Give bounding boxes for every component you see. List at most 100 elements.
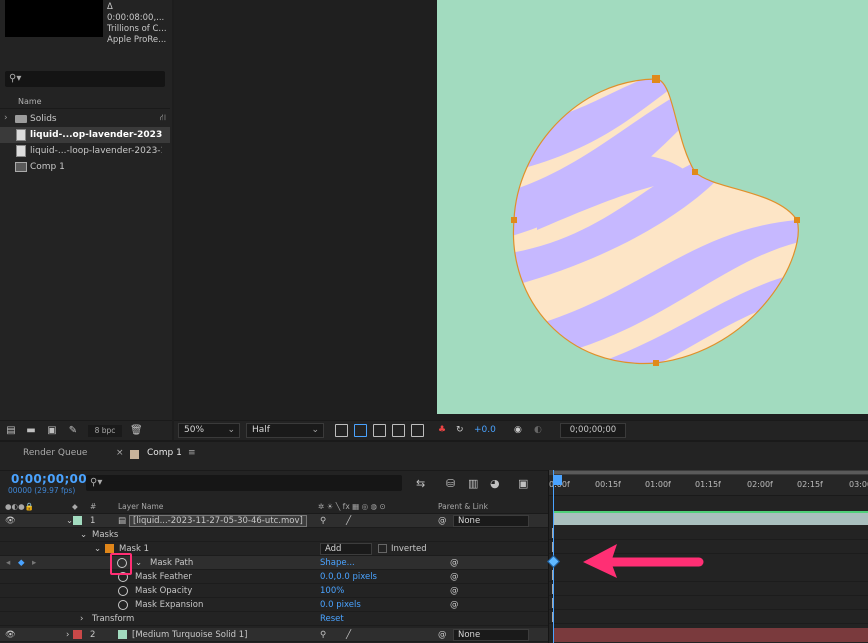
expand-arrow-icon[interactable]: ›: [80, 614, 83, 624]
visibility-eye-icon[interactable]: 👁: [5, 630, 16, 640]
collapse-arrow-icon[interactable]: ⌄: [94, 544, 101, 554]
mask-1-row[interactable]: ⌄ Mask 1 Add Inverted: [0, 542, 548, 556]
stopwatch-icon[interactable]: [118, 600, 128, 610]
draft-3d-icon[interactable]: ⛁: [446, 477, 455, 490]
graph-editor-icon[interactable]: ▣: [518, 477, 528, 490]
mask-opacity-value[interactable]: 100%: [320, 586, 344, 596]
mask-path-value[interactable]: Shape...: [320, 558, 355, 568]
layer-row-2[interactable]: 👁 › 2 [Medium Turquoise Solid 1] ⚲ ╱ @ N…: [0, 628, 548, 642]
project-item-comp[interactable]: Comp 1: [0, 159, 170, 175]
mask-expansion-row[interactable]: Mask Expansion 0.0 pixels @: [0, 598, 548, 612]
mask-opacity-row[interactable]: Mask Opacity 100% @: [0, 584, 548, 598]
exposure-reset-icon[interactable]: ↻: [456, 425, 464, 435]
label-tag-icon[interactable]: ◆: [72, 502, 78, 511]
layer-1-bar[interactable]: [553, 511, 868, 525]
pick-whip-icon[interactable]: @: [450, 586, 459, 596]
fast-previews-icon[interactable]: [335, 424, 348, 437]
transform-reset-link[interactable]: Reset: [320, 614, 344, 624]
panel-menu-icon[interactable]: ≡: [188, 448, 196, 458]
resolution-dropdown[interactable]: Half ⌄: [246, 423, 324, 438]
prev-keyframe-icon[interactable]: ◂: [6, 558, 10, 568]
trash-icon[interactable]: 🗑: [130, 425, 143, 436]
tab-render-queue[interactable]: Render Queue: [23, 448, 87, 458]
parent-dropdown[interactable]: None: [453, 629, 529, 641]
tab-comp-1[interactable]: Comp 1: [147, 448, 182, 458]
layer-name[interactable]: [Medium Turquoise Solid 1]: [132, 630, 248, 640]
mask-vertex[interactable]: [653, 360, 659, 366]
expand-arrow-icon[interactable]: ›: [66, 630, 69, 640]
collapse-arrow-icon[interactable]: ⌄: [135, 558, 142, 568]
stopwatch-icon[interactable]: [118, 586, 128, 596]
show-snapshot-icon[interactable]: ◐: [534, 425, 542, 435]
shy-switch-icon[interactable]: ⚲: [320, 516, 326, 526]
collapse-arrow-icon[interactable]: ⌄: [80, 530, 87, 540]
exposure-value[interactable]: +0.0: [474, 425, 496, 435]
pick-whip-icon[interactable]: @: [438, 630, 447, 640]
next-keyframe-icon[interactable]: ▸: [32, 558, 36, 568]
pick-whip-icon[interactable]: @: [450, 600, 459, 610]
quality-switch-icon[interactable]: ╱: [346, 630, 351, 640]
quality-switch-icon[interactable]: ╱: [346, 516, 351, 526]
zoom-dropdown[interactable]: 50% ⌄: [178, 423, 240, 438]
viewer-timecode[interactable]: 0;00;00;00: [560, 423, 626, 438]
color-channel-icon[interactable]: ♣: [438, 425, 446, 435]
snapshot-icon[interactable]: ◉: [514, 425, 522, 435]
region-of-interest-icon[interactable]: [392, 424, 405, 437]
masked-footage[interactable]: [437, 0, 868, 414]
mask-vertex[interactable]: [794, 217, 800, 223]
current-time-display[interactable]: 0;00;00;00: [11, 472, 87, 486]
pick-whip-icon[interactable]: @: [438, 516, 447, 526]
work-area-bar[interactable]: [553, 471, 868, 474]
transparency-grid-icon[interactable]: [354, 424, 367, 437]
mask-mode-dropdown[interactable]: Add: [320, 543, 372, 555]
project-item-footage-2[interactable]: liquid-...-loop-lavender-2023-1: [0, 143, 170, 159]
layer-name[interactable]: [liquid...-2023-11-27-05-30-46-utc.mov]: [129, 515, 307, 527]
expand-arrow-icon[interactable]: ›: [4, 113, 8, 123]
new-folder-icon[interactable]: ▬: [25, 425, 37, 436]
mask-expansion-value[interactable]: 0.0 pixels: [320, 600, 361, 610]
shy-switch-icon[interactable]: ⚲: [320, 630, 326, 640]
mask-vertex[interactable]: [652, 75, 660, 83]
composition-canvas[interactable]: [437, 0, 868, 414]
label-color-swatch[interactable]: [73, 516, 82, 525]
add-keyframe-icon[interactable]: ◆: [18, 558, 25, 568]
time-ruler[interactable]: 0:00f 00:15f 01:00f 01:15f 02:00f 02:15f…: [549, 470, 868, 496]
timeline-search-input[interactable]: ⚲▾: [86, 475, 402, 491]
comp-mini-flowchart-icon[interactable]: ⇆: [416, 477, 425, 490]
mask-color-swatch[interactable]: [105, 544, 114, 553]
mask-visibility-icon[interactable]: [373, 424, 386, 437]
layer-name-column[interactable]: Layer Name: [118, 502, 163, 511]
pick-whip-icon[interactable]: @: [450, 572, 459, 582]
parent-link-column[interactable]: Parent & Link: [438, 502, 488, 511]
keyframe-marker[interactable]: [547, 555, 560, 568]
transform-row[interactable]: › Transform Reset: [0, 612, 548, 626]
mask-feather-value[interactable]: 0.0,0.0 pixels: [320, 572, 377, 582]
project-item-footage-1[interactable]: liquid-...op-lavender-2023-1: [0, 127, 170, 143]
time-graph[interactable]: 0:00f 00:15f 01:00f 01:15f 02:00f 02:15f…: [547, 470, 868, 643]
visibility-eye-icon[interactable]: 👁: [5, 516, 16, 526]
interpret-footage-icon[interactable]: ▤: [5, 425, 17, 436]
parent-dropdown[interactable]: None: [453, 515, 529, 527]
switches-icons[interactable]: ✲ ☀ ╲ fx ▦ ◎ ◍ ⊙: [318, 502, 386, 511]
pick-whip-icon[interactable]: @: [450, 558, 459, 568]
grid-icon[interactable]: [411, 424, 424, 437]
av-switches-icon[interactable]: ●◐●🔒: [5, 502, 34, 511]
mask-path-row[interactable]: ◂ ◆ ▸ ⌄ Mask Path Shape... @: [0, 556, 548, 570]
new-composition-icon[interactable]: ▣: [46, 425, 58, 436]
project-search-input[interactable]: ⚲▾: [5, 71, 165, 87]
brush-icon[interactable]: ✎: [67, 425, 79, 436]
collapse-arrow-icon[interactable]: ⌄: [66, 516, 73, 526]
project-item-solids[interactable]: › Solids ⛙: [0, 111, 170, 127]
project-column-header[interactable]: Name: [0, 95, 170, 109]
flowchart-icon[interactable]: ⛙: [160, 113, 166, 124]
mask-vertex[interactable]: [692, 169, 698, 175]
layer-row-1[interactable]: 👁 ⌄ 1 ▤ [liquid...-2023-11-27-05-30-46-u…: [0, 514, 548, 528]
masks-group-row[interactable]: ⌄ Masks: [0, 528, 548, 542]
layer-2-bar[interactable]: [553, 628, 868, 642]
bit-depth-button[interactable]: 8 bpc: [88, 425, 122, 437]
motion-blur-icon[interactable]: ◕: [490, 477, 500, 490]
frame-blending-icon[interactable]: ▥: [468, 477, 478, 490]
mask-vertex[interactable]: [511, 217, 517, 223]
inverted-checkbox[interactable]: [378, 544, 387, 553]
close-tab-icon[interactable]: ×: [116, 448, 124, 458]
